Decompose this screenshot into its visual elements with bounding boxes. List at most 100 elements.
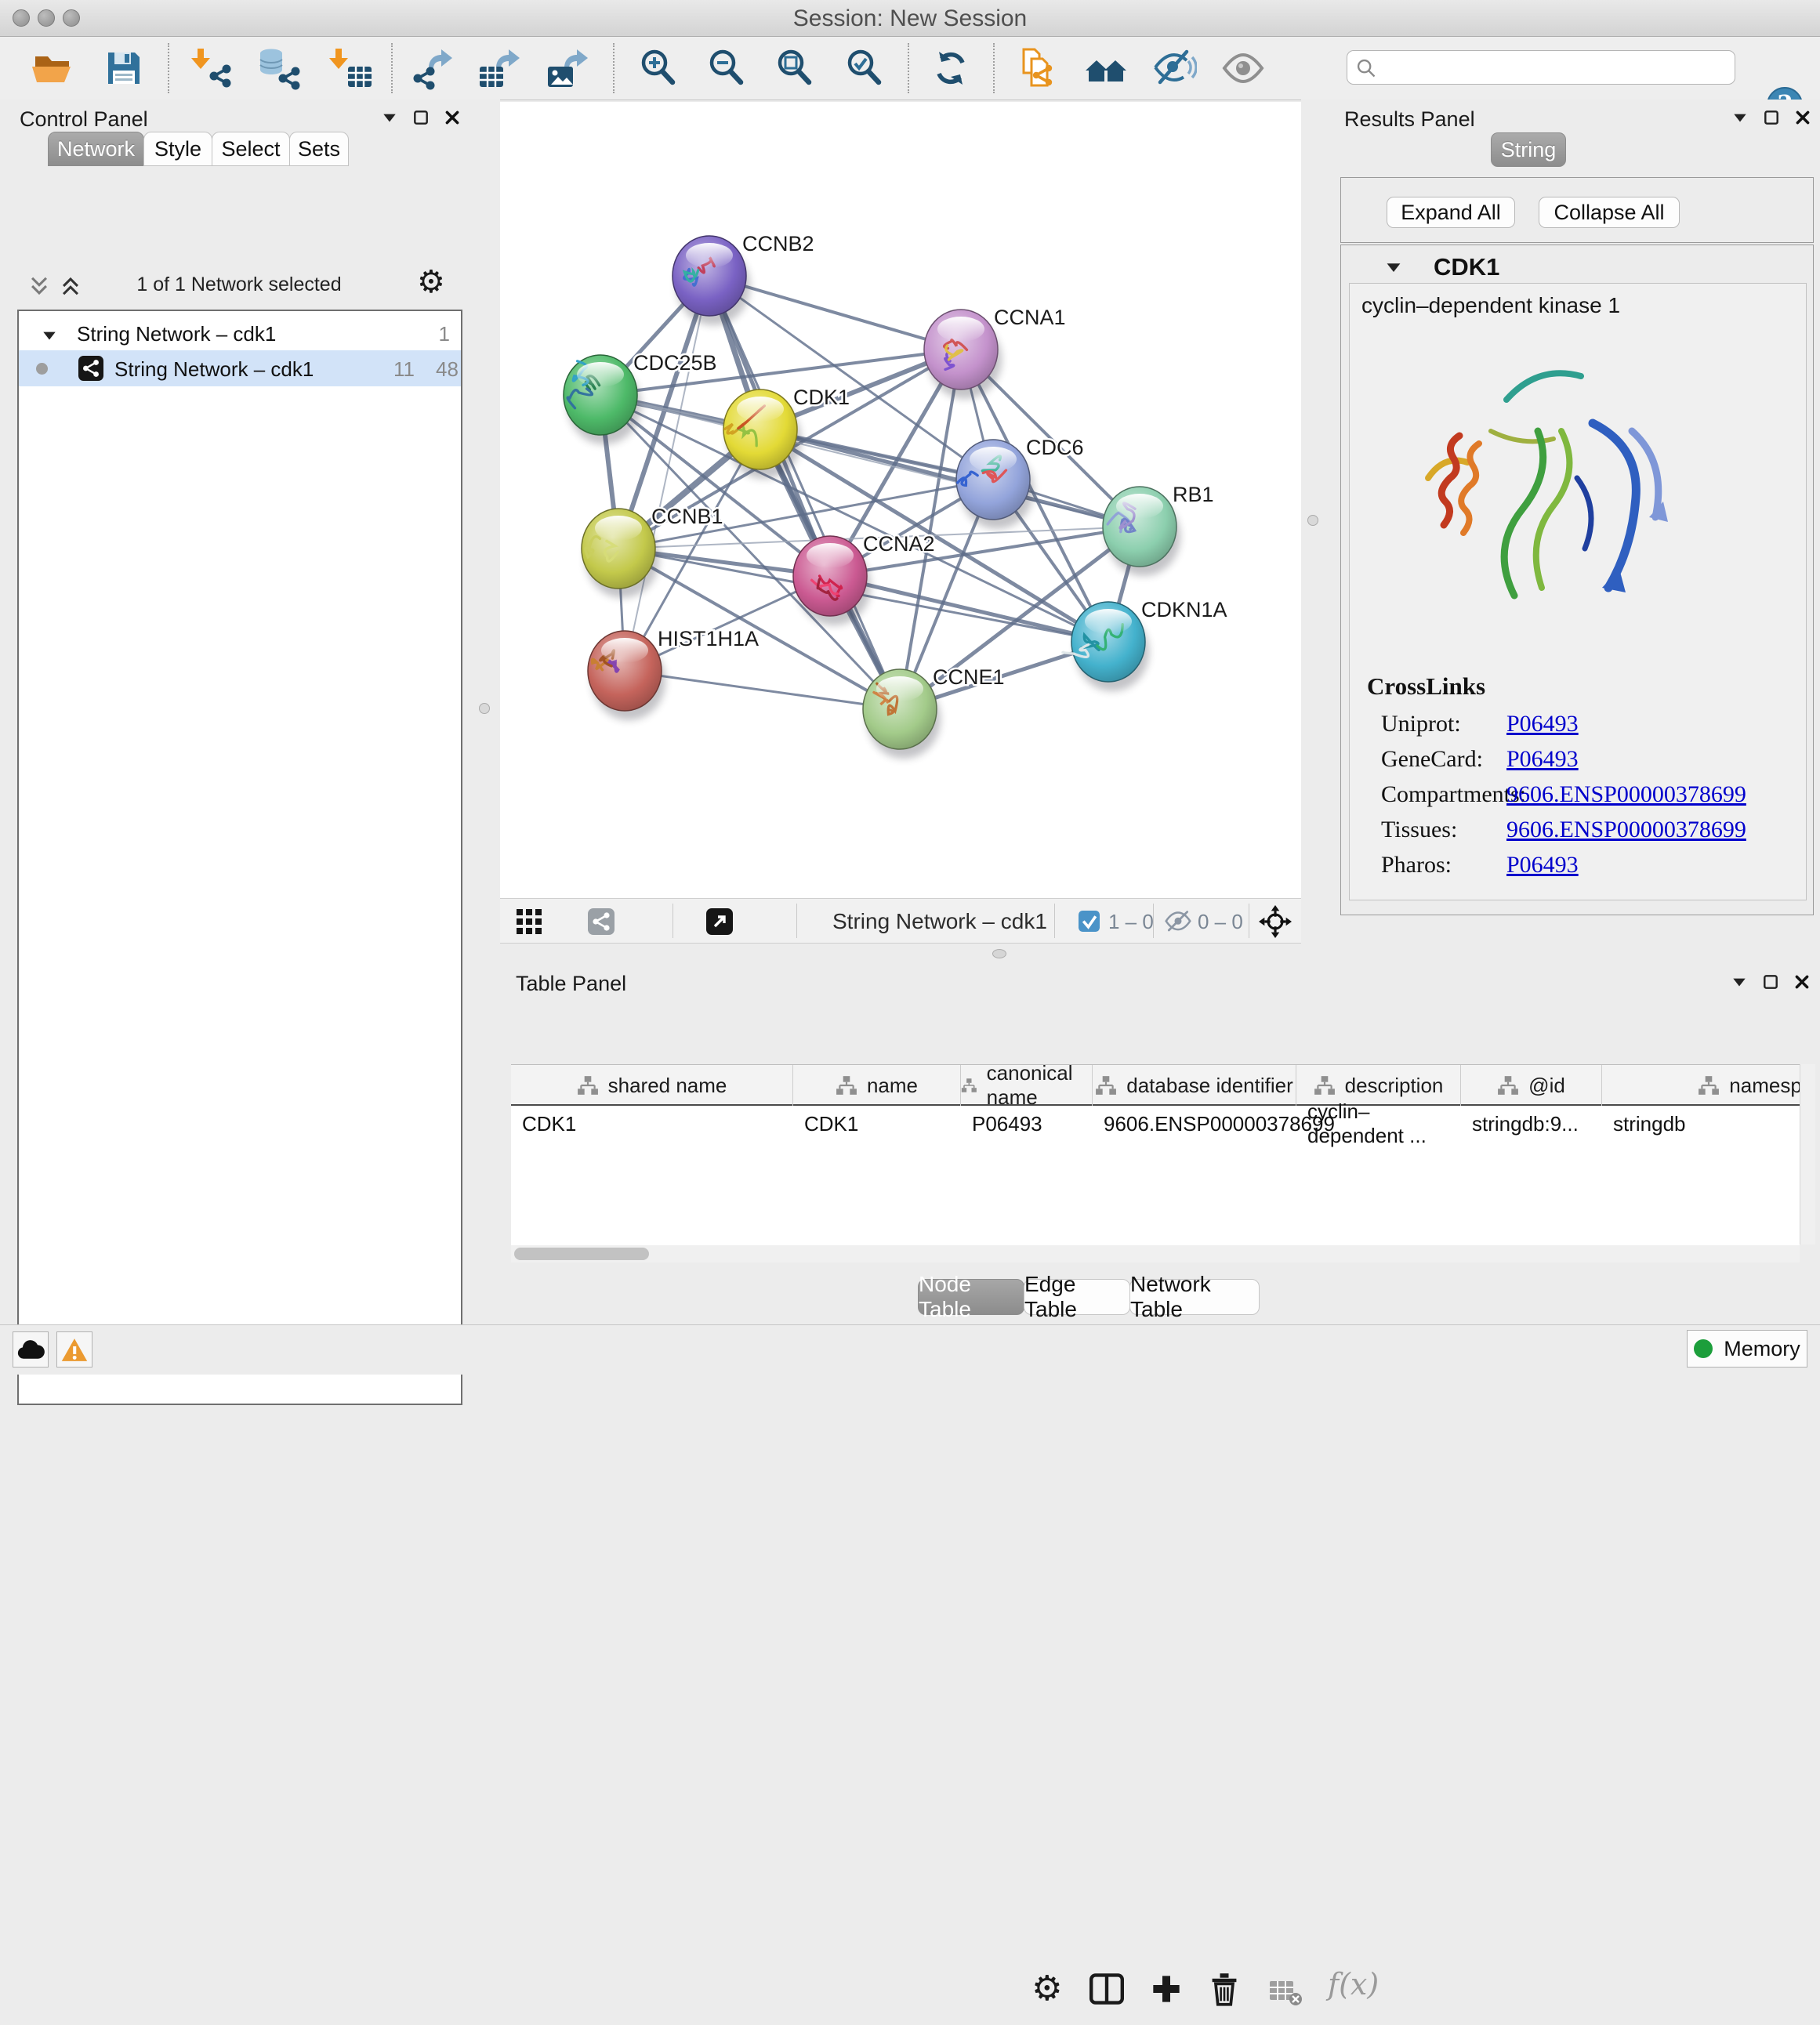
right-splitter-handle[interactable] <box>1307 515 1318 526</box>
edge-CCNE1-HIST1H1A[interactable] <box>625 671 900 709</box>
network-collection-row[interactable]: String Network – cdk1 1 <box>19 316 461 352</box>
crosslink-link[interactable]: P06493 <box>1506 746 1579 773</box>
table-panel-splitter-handle[interactable] <box>992 949 1006 958</box>
table-row[interactable]: CDK1CDK1P064939606.ENSP00000378699cyclin… <box>511 1106 1800 1142</box>
edge-CCNA2-CDKN1A[interactable] <box>830 576 1108 642</box>
delete-column-trash-icon[interactable] <box>1209 1972 1240 2006</box>
grid-view-icon[interactable] <box>516 908 542 935</box>
zoom-fit-button[interactable] <box>773 46 817 90</box>
select-columns-icon[interactable] <box>1089 1973 1124 2005</box>
zoom-selected-button[interactable] <box>843 46 886 90</box>
import-table-button[interactable] <box>328 46 372 90</box>
table-panel-splitter[interactable] <box>500 944 1820 965</box>
float-panel-icon[interactable] <box>1763 109 1780 130</box>
right-splitter[interactable] <box>1301 100 1335 944</box>
node-CCNE1[interactable]: CCNE1 <box>863 665 1005 759</box>
collapse-all-button[interactable]: Collapse All <box>1539 197 1680 228</box>
column-header-namespace[interactable]: namespace <box>1602 1065 1800 1106</box>
hide-selected-button[interactable] <box>1153 46 1197 90</box>
import-network-database-button[interactable] <box>256 46 300 90</box>
column-header-name[interactable]: name <box>793 1065 961 1106</box>
left-splitter-handle[interactable] <box>479 703 490 714</box>
tab-network-table[interactable]: Network Table <box>1129 1279 1260 1315</box>
node-CCNB1[interactable]: CCNB1 <box>582 505 723 598</box>
node-CDK1[interactable]: CDK1 <box>723 386 850 479</box>
warning-button[interactable] <box>56 1331 92 1368</box>
tab-sets[interactable]: Sets <box>289 132 349 166</box>
expand-all-button[interactable]: Expand All <box>1387 197 1515 228</box>
open-session-button[interactable] <box>31 46 74 90</box>
network-row-selected[interactable]: String Network – cdk1 11 48 <box>19 350 461 386</box>
column-header-canonical-name[interactable]: canonical name <box>961 1065 1093 1106</box>
export-table-button[interactable] <box>477 46 521 90</box>
node-CDC6[interactable]: CDC6 <box>956 436 1084 529</box>
table-options-gear-icon[interactable]: ⚙ <box>1031 1969 1062 2009</box>
expand-tree-icon[interactable] <box>28 275 50 301</box>
control-panel: Control Panel NetworkStyleSelectSets 1 o… <box>0 100 470 1324</box>
import-network-file-button[interactable] <box>190 46 234 90</box>
eye-icon <box>1221 46 1265 90</box>
collapse-tree-icon[interactable] <box>60 275 82 301</box>
cell-@id[interactable]: stringdb:9... <box>1461 1106 1602 1142</box>
cell-name[interactable]: CDK1 <box>793 1106 961 1142</box>
float-panel-icon[interactable] <box>1762 973 1779 994</box>
detach-view-icon[interactable] <box>706 908 733 935</box>
left-splitter[interactable] <box>470 100 500 1324</box>
selected-checkbox-icon[interactable] <box>1079 911 1100 932</box>
cell-canonical-name[interactable]: P06493 <box>961 1106 1093 1142</box>
crosslink-link[interactable]: P06493 <box>1506 852 1579 878</box>
network-options-gear-icon[interactable]: ⚙ <box>417 264 445 300</box>
float-panel-icon[interactable] <box>412 109 430 130</box>
column-header-database-identifier[interactable]: database identifier <box>1093 1065 1296 1106</box>
memory-button[interactable]: Memory <box>1687 1330 1807 1368</box>
tab-network[interactable]: Network <box>48 132 144 166</box>
add-column-icon[interactable] <box>1151 1973 1182 2005</box>
zoom-out-button[interactable] <box>705 46 749 90</box>
tab-select[interactable]: Select <box>212 132 290 166</box>
table-horizontal-scrollbar[interactable] <box>511 1245 1800 1262</box>
apply-layout-button[interactable] <box>929 46 973 90</box>
section-expander-icon[interactable] <box>1384 258 1403 281</box>
node-CDC25B[interactable]: CDC25B <box>564 351 717 444</box>
first-neighbors-button[interactable] <box>1084 46 1128 90</box>
node-CCNB2[interactable]: CCNB2 <box>673 232 814 325</box>
column-header-shared-name[interactable]: shared name <box>511 1065 793 1106</box>
node-RB1[interactable]: RB1 <box>1103 483 1214 576</box>
collapse-panel-icon[interactable] <box>381 109 398 130</box>
save-session-button[interactable] <box>102 46 146 90</box>
column-header-@id[interactable]: @id <box>1461 1065 1602 1106</box>
collapse-panel-icon[interactable] <box>1731 973 1748 994</box>
search-input[interactable] <box>1383 54 1724 81</box>
tab-edge-table[interactable]: Edge Table <box>1024 1279 1130 1315</box>
edge-CCNB2-HIST1H1A[interactable] <box>625 276 709 671</box>
cloud-button[interactable] <box>13 1331 49 1368</box>
collapse-panel-icon[interactable] <box>1731 109 1749 130</box>
network-share-icon[interactable] <box>588 908 615 935</box>
tab-node-table[interactable]: Node Table <box>918 1279 1024 1315</box>
tab-style[interactable]: Style <box>143 132 212 166</box>
crosslink-link[interactable]: 9606.ENSP00000378699 <box>1506 817 1746 843</box>
cell-database-identifier[interactable]: 9606.ENSP00000378699 <box>1093 1106 1296 1142</box>
crosslink-link[interactable]: P06493 <box>1506 711 1579 737</box>
node-HIST1H1A[interactable]: HIST1H1A <box>588 627 759 720</box>
birdseye-crosshair-icon[interactable] <box>1259 905 1292 938</box>
node-CDKN1A[interactable]: CDKN1A <box>1063 598 1227 691</box>
tab-string[interactable]: String <box>1491 132 1566 167</box>
crosslink-link[interactable]: 9606.ENSP00000378699 <box>1506 781 1746 808</box>
table-vertical-scrollbar[interactable] <box>1800 1064 1815 1244</box>
network-canvas[interactable]: CCNB2 CCNA1 CDC25B CDK1 CDC6 RB1 CCNB1 C… <box>500 102 1301 898</box>
node-CCNA2[interactable]: CCNA2 <box>793 532 935 625</box>
export-network-button[interactable] <box>410 46 454 90</box>
collection-expander-icon[interactable] <box>41 325 58 350</box>
close-panel-icon[interactable] <box>444 109 461 130</box>
export-image-button[interactable] <box>546 46 589 90</box>
cell-description[interactable]: cyclin–dependent ... <box>1296 1106 1461 1142</box>
close-panel-icon[interactable] <box>1793 973 1811 994</box>
close-panel-icon[interactable] <box>1794 109 1811 130</box>
cell-namespace[interactable]: stringdb <box>1602 1106 1800 1142</box>
cell-shared-name[interactable]: CDK1 <box>511 1106 793 1142</box>
copy-network-button[interactable] <box>1014 46 1058 90</box>
show-all-button[interactable] <box>1221 46 1265 90</box>
zoom-in-button[interactable] <box>636 46 680 90</box>
hidden-eye-slash-icon[interactable] <box>1164 909 1192 934</box>
